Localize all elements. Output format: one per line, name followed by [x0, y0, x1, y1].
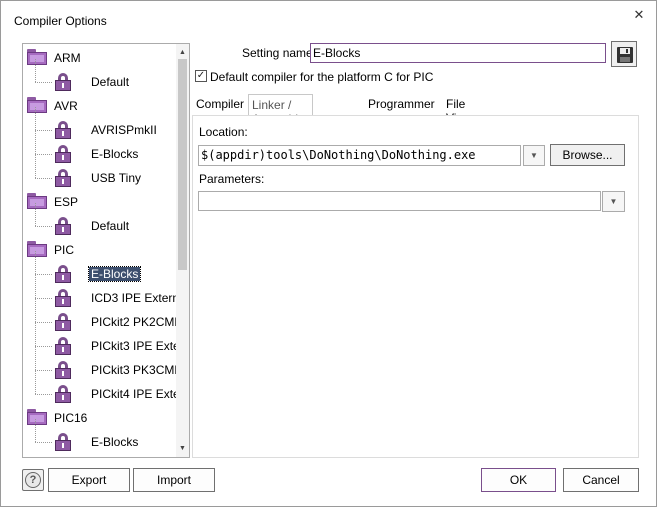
- tree-connector: [35, 251, 36, 274]
- tree-connector: [35, 298, 52, 299]
- tree-connector: [35, 346, 52, 347]
- tab-linker-assembler[interactable]: Linker / Assembler: [248, 94, 313, 126]
- help-icon: ?: [25, 472, 41, 488]
- folder-icon: [27, 193, 47, 209]
- save-button[interactable]: [611, 41, 637, 67]
- tree-folder-label: ESP: [54, 195, 79, 209]
- scroll-up-icon[interactable]: ▲: [176, 46, 189, 59]
- tree-connector: [35, 442, 52, 443]
- tree-connector: [35, 274, 52, 275]
- import-button[interactable]: Import: [133, 468, 215, 492]
- tab-programmer[interactable]: Programmer: [365, 94, 438, 116]
- tree-item-label: ICD3 IPE Externa: [91, 291, 176, 305]
- lock-icon: [55, 385, 71, 403]
- tree-scrollbar[interactable]: ▲ ▼: [176, 44, 189, 457]
- tree-item-label: Default: [91, 219, 130, 233]
- compiler-tree[interactable]: ARM Default AVR AVRISPmkII E-Blocks USB Tiny E…: [22, 43, 190, 458]
- tree-connector: [35, 203, 36, 226]
- lock-icon: [55, 337, 71, 355]
- browse-button[interactable]: Browse...: [550, 144, 625, 166]
- tree-content: ARM Default AVR AVRISPmkII E-Blocks USB Tiny E…: [23, 44, 176, 457]
- folder-icon: [27, 409, 47, 425]
- lock-icon: [55, 313, 71, 331]
- tree-connector: [35, 107, 36, 130]
- scroll-thumb[interactable]: [178, 59, 187, 270]
- close-icon[interactable]: ✕: [631, 7, 647, 23]
- setting-name-input[interactable]: E-Blocks: [310, 43, 606, 63]
- tree-item-label: AVRISPmkII: [91, 123, 157, 137]
- tree-folder-label: PIC16: [54, 411, 88, 425]
- tree-connector: [35, 131, 36, 154]
- location-label: Location:: [199, 125, 248, 139]
- tree-connector: [35, 322, 52, 323]
- tree-connector: [35, 419, 36, 442]
- parameters-input[interactable]: [198, 191, 601, 211]
- tree-connector: [35, 323, 36, 346]
- lock-icon: [55, 169, 71, 187]
- tree-connector: [35, 154, 52, 155]
- tree-connector: [35, 371, 36, 394]
- parameters-dropdown-icon[interactable]: ▼: [602, 191, 625, 212]
- tree-item-label: Default: [91, 75, 130, 89]
- tab-compiler[interactable]: Compiler: [193, 94, 247, 116]
- parameters-label: Parameters:: [199, 172, 265, 186]
- lock-icon: [55, 217, 71, 235]
- tree-connector: [35, 178, 52, 179]
- cancel-button[interactable]: Cancel: [563, 468, 639, 492]
- location-input[interactable]: $(appdir)tools\DoNothing\DoNothing.exe: [198, 145, 521, 166]
- default-compiler-checkbox[interactable]: ✓: [195, 70, 207, 82]
- tree-folder-label: ARM: [54, 51, 81, 65]
- lock-icon: [55, 73, 71, 91]
- tree-connector: [35, 299, 36, 322]
- default-compiler-label: Default compiler for the platform C for …: [210, 70, 434, 84]
- tree-connector: [35, 130, 52, 131]
- setting-name-label: Setting name:: [242, 46, 317, 60]
- tree-item-label: PICkit4 IPE Exter: [91, 387, 176, 401]
- folder-icon: [27, 49, 47, 65]
- tree-connector: [35, 59, 36, 82]
- tree-item-label: E-Blocks: [91, 435, 139, 449]
- linker-assembler-panel: [192, 115, 639, 458]
- tree-connector: [35, 155, 36, 178]
- compiler-options-dialog: Compiler Options ✕ ARM Default AVR AVRISPmk…: [0, 0, 657, 507]
- tree-connector: [35, 226, 52, 227]
- lock-icon: [55, 145, 71, 163]
- ok-button[interactable]: OK: [481, 468, 556, 492]
- lock-icon: [55, 361, 71, 379]
- tree-connector: [35, 275, 36, 298]
- tree-connector: [35, 370, 52, 371]
- tree-item-label: PICkit2 PK2CMD I: [91, 315, 176, 329]
- folder-icon: [27, 97, 47, 113]
- tree-item-label: E-Blocks: [87, 266, 142, 282]
- tree-connector: [35, 347, 36, 370]
- folder-icon: [27, 241, 47, 257]
- export-button[interactable]: Export: [48, 468, 130, 492]
- lock-icon: [55, 433, 71, 451]
- tree-item-label: USB Tiny: [91, 171, 142, 185]
- window-title: Compiler Options: [14, 14, 107, 28]
- lock-icon: [55, 265, 71, 283]
- scroll-down-icon[interactable]: ▼: [176, 442, 189, 455]
- lock-icon: [55, 289, 71, 307]
- tree-connector: [35, 394, 52, 395]
- floppy-disk-icon: [617, 47, 633, 63]
- tab-file-viewer[interactable]: File Viewer: [443, 94, 485, 125]
- tree-item-label: PICkit3 PK3CMD I: [91, 363, 176, 377]
- tree-folder-label: PIC: [54, 243, 75, 257]
- help-button[interactable]: ?: [22, 469, 44, 491]
- location-dropdown-icon[interactable]: ▼: [523, 145, 545, 166]
- tree-item-label: PICkit3 IPE Exter: [91, 339, 176, 353]
- lock-icon: [55, 121, 71, 139]
- tree-folder-label: AVR: [54, 99, 78, 113]
- title-bar: Compiler Options ✕: [1, 1, 656, 39]
- tree-connector: [35, 82, 52, 83]
- tree-item-label: E-Blocks: [91, 147, 139, 161]
